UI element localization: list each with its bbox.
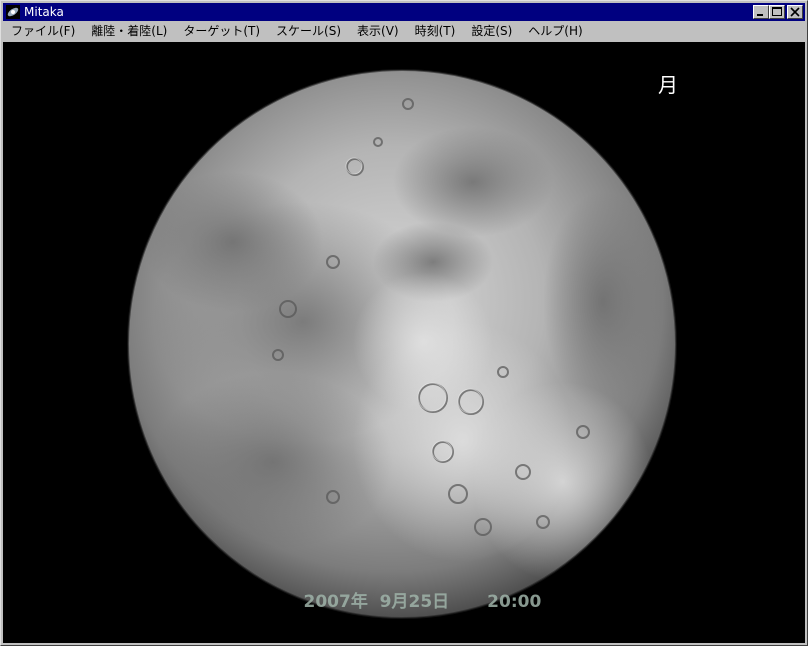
title-bar[interactable]: Mitaka [3,3,805,21]
target-name-label: 月 [658,73,678,97]
minimize-button[interactable] [753,5,769,19]
3d-viewport[interactable]: 月 2007年 9月25日 20:00 [3,42,805,643]
menu-settings[interactable]: 設定(S) [463,21,520,41]
window-controls [753,5,803,19]
close-icon [790,7,800,17]
maximize-button[interactable] [769,5,785,19]
menu-takeoff-landing[interactable]: 離陸・着陸(L) [83,21,175,41]
menu-scale[interactable]: スケール(S) [268,21,349,41]
menu-view[interactable]: 表示(V) [349,21,407,41]
menu-target[interactable]: ターゲット(T) [175,21,268,41]
date-display: 2007年 9月25日 [303,592,450,612]
date-time-overlay: 2007年 9月25日 20:00 [268,567,542,632]
time-display: 20:00 [487,592,542,612]
window-title: Mitaka [24,5,64,19]
menu-time[interactable]: 時刻(T) [407,21,464,41]
moon-globe [127,69,677,619]
menu-bar: ファイル(F) 離陸・着陸(L) ターゲット(T) スケール(S) 表示(V) … [3,21,805,41]
maximize-icon [772,7,782,16]
menu-help[interactable]: ヘルプ(H) [520,21,590,41]
menu-file[interactable]: ファイル(F) [3,21,83,41]
minimize-icon [757,14,763,16]
app-window: Mitaka ファイル(F) 離陸・着陸(L) ターゲット(T) スケール(S)… [0,0,808,646]
close-button[interactable] [787,5,803,19]
mitaka-app-icon[interactable] [6,5,20,19]
